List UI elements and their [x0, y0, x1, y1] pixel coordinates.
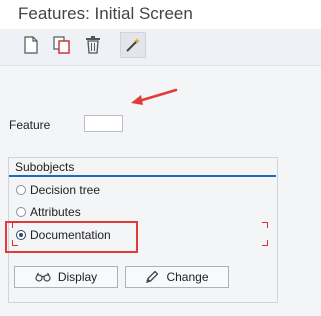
radio-attributes[interactable]: Attributes — [16, 205, 81, 219]
radio-label: Attributes — [30, 205, 81, 219]
display-button[interactable]: Display — [14, 266, 118, 288]
pencil-icon — [146, 270, 159, 283]
subobjects-title: Subobjects — [15, 160, 75, 174]
highlight-box-annotation — [5, 221, 138, 253]
copy-button[interactable] — [49, 32, 75, 58]
focus-corner-bottom-left — [12, 240, 18, 246]
copy-icon — [53, 36, 70, 54]
feature-input[interactable] — [84, 115, 123, 132]
delete-button[interactable] — [80, 32, 106, 58]
radio-button[interactable] — [16, 207, 26, 217]
focus-corner-bottom-right — [262, 240, 268, 246]
new-document-icon — [24, 36, 38, 54]
magic-wand-icon — [126, 38, 140, 52]
radio-decision-tree[interactable]: Decision tree — [16, 183, 100, 197]
red-arrow-annotation — [131, 88, 178, 105]
group-title-underline — [9, 175, 276, 177]
focus-corner-top-left — [12, 222, 18, 228]
focus-corner-top-right — [262, 222, 268, 228]
feature-label: Feature — [9, 118, 51, 132]
display-button-label: Display — [57, 270, 98, 284]
trash-icon — [86, 36, 100, 54]
new-document-button[interactable] — [18, 32, 44, 58]
change-button-label: Change — [166, 270, 209, 284]
window-title: Features: Initial Screen — [18, 4, 193, 23]
magic-wand-button[interactable] — [120, 32, 146, 58]
glasses-icon — [35, 272, 51, 282]
radio-button[interactable] — [16, 185, 26, 195]
change-button[interactable]: Change — [125, 266, 229, 288]
radio-label: Decision tree — [30, 183, 101, 197]
